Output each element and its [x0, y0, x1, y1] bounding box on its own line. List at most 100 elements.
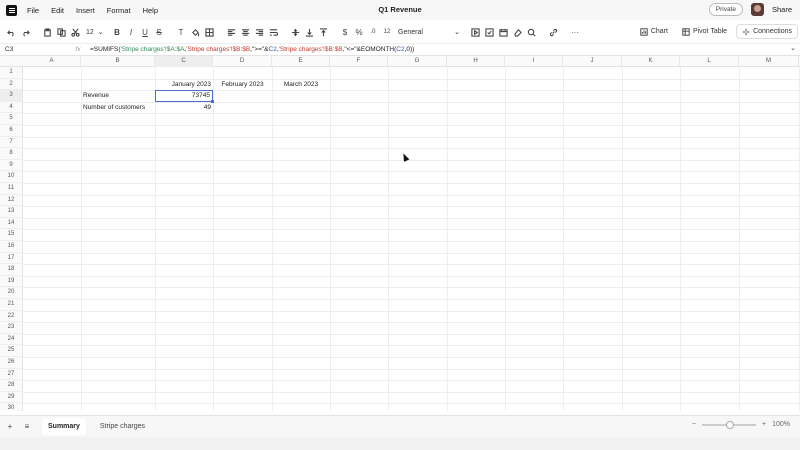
cell-d2[interactable]: February 2023 — [213, 79, 272, 91]
pivot-table-button[interactable]: Pivot Table — [677, 24, 732, 39]
column-header-b[interactable]: B — [81, 56, 155, 67]
column-header-a[interactable]: A — [23, 56, 81, 67]
row-header-13[interactable]: 13 — [0, 206, 23, 218]
align-center-icon[interactable] — [238, 25, 252, 39]
cell-reference[interactable]: C3 — [0, 46, 66, 53]
row-header-1[interactable]: 1 — [0, 67, 23, 79]
row-header-20[interactable]: 20 — [0, 287, 23, 299]
column-header-f[interactable]: F — [330, 56, 388, 67]
copy-icon[interactable] — [54, 25, 68, 39]
column-header-k[interactable]: K — [622, 56, 680, 67]
row-header-29[interactable]: 29 — [0, 391, 23, 404]
font-size-select[interactable]: 12 ⌄ — [86, 28, 110, 37]
zoom-slider-knob[interactable] — [726, 420, 734, 429]
currency-icon[interactable]: $ — [338, 25, 352, 39]
row-header-9[interactable]: 9 — [0, 159, 23, 172]
connections-button[interactable]: Connections — [736, 24, 798, 39]
column-header-m[interactable]: M — [739, 56, 799, 67]
row-header-4[interactable]: 4 — [0, 101, 23, 114]
sheet-list-icon[interactable]: ≡ — [20, 422, 34, 431]
decimal-icon[interactable]: .0 — [366, 25, 380, 39]
redo-icon[interactable] — [18, 25, 32, 39]
chart-button[interactable]: Chart — [635, 24, 673, 39]
row-header-16[interactable]: 16 — [0, 241, 23, 253]
insert-date-icon[interactable] — [496, 25, 510, 39]
menu-help[interactable]: Help — [143, 6, 158, 15]
menu-file[interactable]: File — [27, 6, 39, 15]
menu-edit[interactable]: Edit — [51, 6, 64, 15]
column-header-e[interactable]: E — [272, 56, 330, 67]
row-header-12[interactable]: 12 — [0, 194, 23, 207]
document-title[interactable]: Q1 Revenue — [378, 5, 421, 14]
percent-icon[interactable]: % — [352, 25, 366, 39]
row-header-15[interactable]: 15 — [0, 229, 23, 241]
avatar[interactable] — [750, 3, 764, 16]
sheet-tab-stripe-charges[interactable]: Stripe charges — [94, 418, 151, 435]
more-options-icon[interactable]: ··· — [568, 25, 582, 39]
row-header-25[interactable]: 25 — [0, 345, 23, 357]
spreadsheet-grid[interactable]: ABCDEFGHIJKLM 1 2 3 4 5 6 7 8 9 10 11 12 13 14 15 16 17 1… — [0, 55, 800, 411]
cell-c2[interactable]: January 2023 — [155, 79, 213, 91]
row-header-18[interactable]: 18 — [0, 264, 23, 276]
cut-icon[interactable] — [68, 25, 82, 39]
zoom-in-icon[interactable]: + — [762, 421, 766, 428]
cell-c3[interactable]: 73745 — [155, 90, 213, 102]
align-right-icon[interactable] — [252, 25, 266, 39]
eraser-icon[interactable] — [510, 25, 524, 39]
formula-input[interactable]: =SUMIFS('Stripe charges'!$A:$A,'Stripe c… — [90, 46, 414, 53]
column-header-d[interactable]: D — [213, 56, 272, 67]
column-header-c[interactable]: C — [155, 56, 213, 67]
share-button[interactable]: Share — [772, 5, 792, 14]
italic-icon[interactable]: I — [124, 25, 138, 39]
column-header-g[interactable]: G — [388, 56, 447, 67]
row-header-26[interactable]: 26 — [0, 357, 23, 369]
row-header-30[interactable]: 30 — [0, 403, 23, 411]
row-header-11[interactable]: 11 — [0, 183, 23, 195]
wrap-text-icon[interactable] — [266, 25, 280, 39]
row-header-24[interactable]: 24 — [0, 333, 23, 346]
private-badge[interactable]: Private — [708, 3, 743, 16]
row-header-14[interactable]: 14 — [0, 217, 23, 230]
insert-image-icon[interactable] — [468, 25, 482, 39]
row-header-2[interactable]: 2 — [0, 78, 23, 91]
zoom-out-icon[interactable]: − — [692, 421, 696, 428]
column-header-j[interactable]: J — [563, 56, 622, 67]
valign-top-icon[interactable] — [316, 25, 330, 39]
fill-color-icon[interactable] — [188, 25, 202, 39]
number-format-select[interactable]: General ⌄ — [398, 28, 460, 37]
sheet-tab-summary[interactable]: Summary — [42, 418, 86, 435]
row-header-10[interactable]: 10 — [0, 171, 23, 183]
menu-insert[interactable]: Insert — [76, 6, 95, 15]
search-icon[interactable] — [524, 25, 538, 39]
column-header-i[interactable]: I — [505, 56, 563, 67]
undo-icon[interactable] — [4, 25, 18, 39]
row-header-22[interactable]: 22 — [0, 310, 23, 323]
cell-c4[interactable]: 49 — [155, 102, 213, 114]
underline-icon[interactable]: U — [138, 25, 152, 39]
row-header-8[interactable]: 8 — [0, 148, 23, 160]
paste-icon[interactable] — [40, 25, 54, 39]
number-format-icon[interactable]: 12 — [380, 25, 394, 39]
row-header-23[interactable]: 23 — [0, 322, 23, 334]
row-header-21[interactable]: 21 — [0, 299, 23, 311]
row-header-5[interactable]: 5 — [0, 113, 23, 125]
bold-icon[interactable]: B — [110, 25, 124, 39]
row-header-27[interactable]: 27 — [0, 368, 23, 381]
borders-icon[interactable] — [202, 25, 216, 39]
zoom-slider[interactable] — [702, 420, 756, 429]
row-header-19[interactable]: 19 — [0, 275, 23, 288]
cell-e2[interactable]: March 2023 — [272, 79, 330, 91]
cell-b3[interactable]: Revenue — [81, 90, 155, 102]
add-sheet-icon[interactable]: + — [3, 422, 17, 431]
menu-format[interactable]: Format — [107, 6, 131, 15]
column-header-h[interactable]: H — [447, 56, 505, 67]
column-header-l[interactable]: L — [680, 56, 739, 67]
app-menu-icon[interactable] — [6, 4, 17, 16]
row-header-3[interactable]: 3 — [0, 90, 23, 102]
insert-checkbox-icon[interactable] — [482, 25, 496, 39]
cell-b4[interactable]: Number of customers — [81, 102, 155, 114]
row-header-28[interactable]: 28 — [0, 380, 23, 392]
row-header-17[interactable]: 17 — [0, 252, 23, 265]
valign-middle-icon[interactable] — [288, 25, 302, 39]
row-header-6[interactable]: 6 — [0, 125, 23, 137]
